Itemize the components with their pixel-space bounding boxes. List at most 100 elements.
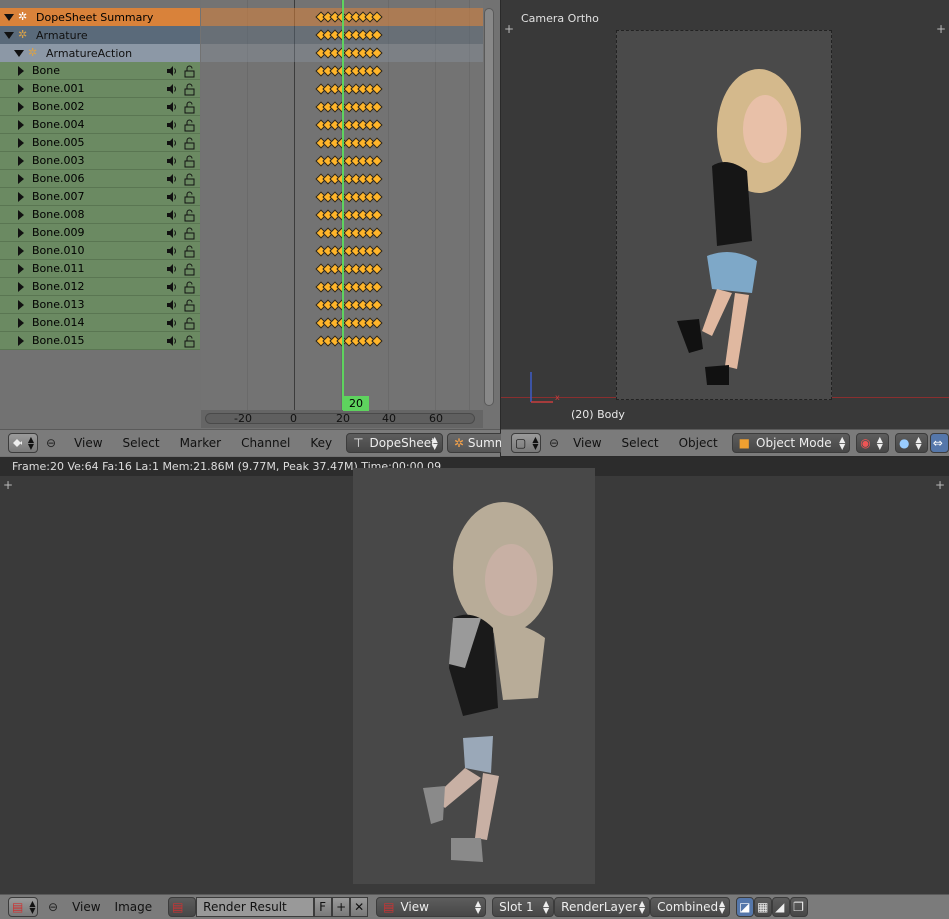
channel-bone[interactable]: Bone.011: [0, 260, 200, 278]
speaker-icon[interactable]: [166, 209, 178, 221]
menu-key[interactable]: Key: [310, 436, 332, 450]
speaker-icon[interactable]: [166, 317, 178, 329]
menu-image[interactable]: Image: [115, 900, 153, 914]
expand-icon[interactable]: [18, 155, 24, 166]
speaker-icon[interactable]: [166, 155, 178, 167]
channel-bone[interactable]: Bone.005: [0, 134, 200, 152]
speaker-icon[interactable]: [166, 137, 178, 149]
manipulator-toggle[interactable]: ⇔: [929, 433, 949, 453]
speaker-icon[interactable]: [166, 83, 178, 95]
lock-icon[interactable]: [184, 119, 196, 132]
speaker-icon[interactable]: [166, 119, 178, 131]
menu-object[interactable]: Object: [679, 436, 718, 450]
channel-bone[interactable]: Bone.002: [0, 98, 200, 116]
lock-icon[interactable]: [184, 263, 196, 276]
editor-type-button[interactable]: ▤ ▲ ▼: [8, 897, 38, 917]
collapse-menu-icon[interactable]: ⊖: [48, 900, 58, 914]
area-corner-icon[interactable]: +: [935, 478, 945, 492]
keyframe-diamond[interactable]: [371, 119, 383, 131]
channel-action[interactable]: ✲ ArmatureAction: [0, 44, 200, 62]
expand-icon[interactable]: [18, 83, 24, 94]
menu-view[interactable]: View: [573, 436, 601, 450]
collapse-icon[interactable]: [4, 13, 14, 21]
lock-icon[interactable]: [184, 83, 196, 96]
expand-icon[interactable]: [18, 191, 24, 202]
render-layer-dropdown[interactable]: RenderLayer ▲ ▼: [554, 897, 651, 917]
keyframe-diamond[interactable]: [371, 281, 383, 293]
speaker-icon[interactable]: [166, 335, 178, 347]
keyframe-diamond[interactable]: [371, 335, 383, 347]
expand-icon[interactable]: [18, 245, 24, 256]
keyframe-diamond[interactable]: [371, 317, 383, 329]
object-mode-dropdown[interactable]: ■ Object Mode ▲ ▼: [731, 433, 851, 453]
channel-bone[interactable]: Bone.010: [0, 242, 200, 260]
new-image-button[interactable]: +: [332, 897, 351, 917]
speaker-icon[interactable]: [166, 245, 178, 257]
expand-icon[interactable]: [18, 281, 24, 292]
menu-select[interactable]: Select: [123, 436, 160, 450]
channel-summary[interactable]: ✲ DopeSheet Summary: [0, 8, 200, 26]
keyframe-diamond[interactable]: [371, 299, 383, 311]
expand-icon[interactable]: [18, 335, 24, 346]
channel-bone[interactable]: Bone.007: [0, 188, 200, 206]
speaker-icon[interactable]: [166, 65, 178, 77]
channel-arm[interactable]: ✲ Armature: [0, 26, 200, 44]
browse-image-button[interactable]: ▤: [168, 897, 197, 917]
channel-bone[interactable]: Bone.008: [0, 206, 200, 224]
lock-icon[interactable]: [184, 317, 196, 330]
draw-color-alpha-button[interactable]: ◪: [736, 897, 755, 917]
unlink-image-button[interactable]: ✕: [350, 897, 369, 917]
channel-bone[interactable]: Bone: [0, 62, 200, 80]
channel-bone[interactable]: Bone.009: [0, 224, 200, 242]
channel-bone[interactable]: Bone.004: [0, 116, 200, 134]
keyframe-diamond[interactable]: [371, 263, 383, 275]
lock-icon[interactable]: [184, 299, 196, 312]
keyframe-diamond[interactable]: [371, 29, 383, 41]
expand-icon[interactable]: [18, 65, 24, 76]
editor-type-button[interactable]: ▲ ▼: [8, 433, 38, 453]
collapse-menu-icon[interactable]: ⊖: [46, 436, 56, 450]
channel-bone[interactable]: Bone.014: [0, 314, 200, 332]
channel-bone[interactable]: Bone.006: [0, 170, 200, 188]
lock-icon[interactable]: [184, 209, 196, 222]
lock-icon[interactable]: [184, 281, 196, 294]
expand-icon[interactable]: [18, 299, 24, 310]
keyframe-diamond[interactable]: [371, 101, 383, 113]
lock-icon[interactable]: [184, 137, 196, 150]
vertical-scrollbar[interactable]: [484, 8, 494, 406]
lock-icon[interactable]: [184, 191, 196, 204]
menu-channel[interactable]: Channel: [241, 436, 290, 450]
area-corner-icon[interactable]: +: [936, 22, 946, 36]
speaker-icon[interactable]: [166, 173, 178, 185]
keyframe-diamond[interactable]: [371, 173, 383, 185]
expand-icon[interactable]: [18, 137, 24, 148]
speaker-icon[interactable]: [166, 227, 178, 239]
lock-icon[interactable]: [184, 101, 196, 114]
fake-user-button[interactable]: F: [314, 897, 333, 917]
keyframe-diamond[interactable]: [371, 209, 383, 221]
channel-bone[interactable]: Bone.012: [0, 278, 200, 296]
expand-icon[interactable]: [18, 209, 24, 220]
keyframe-diamond[interactable]: [371, 155, 383, 167]
keyframe-diamond[interactable]: [371, 83, 383, 95]
menu-select[interactable]: Select: [622, 436, 659, 450]
lock-icon[interactable]: [184, 227, 196, 240]
image-name-field[interactable]: Render Result: [196, 897, 315, 917]
keyframe-diamond[interactable]: [371, 11, 383, 23]
render-pass-dropdown[interactable]: Combined ▲ ▼: [650, 897, 731, 917]
lock-icon[interactable]: [184, 65, 196, 78]
menu-view[interactable]: View: [72, 900, 100, 914]
keyframe-diamond[interactable]: [371, 227, 383, 239]
collapse-menu-icon[interactable]: ⊖: [549, 436, 559, 450]
draw-zbuffer-button[interactable]: ◢: [772, 897, 791, 917]
collapse-icon[interactable]: [14, 49, 24, 57]
channel-bone[interactable]: Bone.013: [0, 296, 200, 314]
collapse-icon[interactable]: [4, 31, 14, 39]
lock-icon[interactable]: [184, 173, 196, 186]
channel-bone[interactable]: Bone.015: [0, 332, 200, 350]
expand-icon[interactable]: [18, 119, 24, 130]
keyframe-diamond[interactable]: [371, 245, 383, 257]
view-dropdown[interactable]: ▤ View ▲ ▼: [376, 897, 487, 917]
keyframe-diamond[interactable]: [371, 47, 383, 59]
playhead[interactable]: [342, 0, 344, 412]
